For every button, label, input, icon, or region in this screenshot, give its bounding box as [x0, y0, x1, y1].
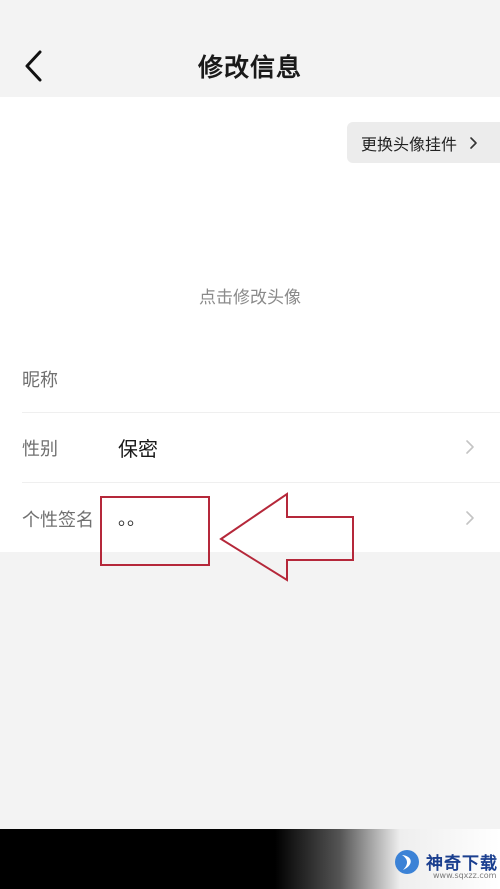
- logo-icon: [395, 850, 419, 874]
- annotation-overlay: [100, 492, 354, 582]
- pointer-arrow: [219, 492, 354, 582]
- bottom-bar: [0, 829, 500, 889]
- highlight-box: [100, 496, 210, 566]
- watermark-url: www.sqxzz.com: [433, 871, 497, 880]
